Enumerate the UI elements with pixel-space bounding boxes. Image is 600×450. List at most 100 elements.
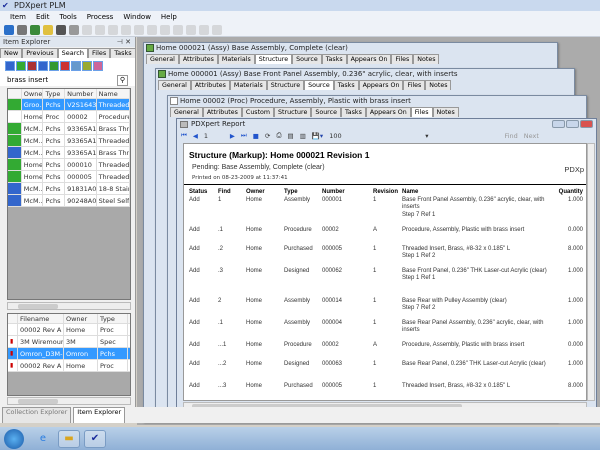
menu-tools[interactable]: Tools (60, 11, 77, 24)
toolbar-button-icon[interactable] (147, 25, 157, 35)
toolbar-button-icon[interactable] (4, 25, 14, 35)
toolbar-button-icon[interactable] (186, 25, 196, 35)
toolbar-button-icon[interactable] (134, 25, 144, 35)
tab-files[interactable]: Files (391, 54, 414, 64)
prev-page-icon[interactable]: ◀ (193, 132, 198, 140)
tab-appears-on[interactable]: Appears On (346, 54, 392, 64)
tab-tasks[interactable]: Tasks (110, 48, 136, 58)
close-button[interactable] (580, 120, 593, 128)
table-row[interactable]: McM...Pchs91831A00718-8 Stainless... (8, 183, 130, 195)
column-header[interactable]: Type (43, 89, 66, 98)
table-row[interactable]: Groo...PchsV2S1643...Threaded Ins... (8, 99, 130, 111)
stop-icon[interactable]: ■ (253, 132, 259, 140)
tab-general[interactable]: General (158, 80, 191, 90)
toolbar-button-icon[interactable] (160, 25, 170, 35)
search-input[interactable] (7, 76, 107, 84)
item-class-filter-icon[interactable] (71, 61, 81, 71)
tab-previous[interactable]: Previous (22, 48, 58, 58)
tab-source[interactable]: Source (311, 107, 341, 117)
tab-search[interactable]: Search (57, 48, 89, 58)
column-header[interactable]: Filename (18, 314, 64, 323)
table-row[interactable]: HomePchs000005Threaded Ins... (8, 171, 130, 183)
last-page-icon[interactable]: ⏭ (241, 131, 247, 140)
tab-notes[interactable]: Notes (425, 80, 452, 90)
toolbar-button-icon[interactable] (199, 25, 209, 35)
toolbar-button-icon[interactable] (17, 25, 27, 35)
item-class-filter-icon[interactable] (38, 61, 48, 71)
save-icon[interactable]: 💾▾ (312, 132, 323, 140)
print-icon[interactable]: ⎙ (276, 131, 281, 140)
column-header[interactable]: Owner (64, 314, 98, 323)
tab-files[interactable]: Files (410, 107, 433, 117)
tab-attributes[interactable]: Attributes (178, 54, 218, 64)
files-hscrollbar[interactable] (7, 397, 131, 405)
results-hscrollbar[interactable] (7, 302, 131, 310)
item-class-filter-icon[interactable] (16, 61, 26, 71)
tab-files[interactable]: Files (88, 48, 111, 58)
pdxpert-taskbar-icon[interactable]: ✔ (84, 429, 106, 448)
toolbar-button-icon[interactable] (95, 25, 105, 35)
tab-structure[interactable]: Structure (254, 54, 293, 64)
next-page-icon[interactable]: ▶ (230, 132, 235, 140)
item-class-filter-icon[interactable] (93, 61, 103, 71)
file-row[interactable]: ▮3M Wiremoun...3MSpec (8, 336, 130, 348)
tab-notes[interactable]: Notes (413, 54, 440, 64)
menu-process[interactable]: Process (87, 11, 114, 24)
tab-attributes[interactable]: Attributes (190, 80, 230, 90)
item-class-filter-icon[interactable] (27, 61, 37, 71)
zoom-dropdown-icon[interactable]: ▾ (425, 132, 428, 140)
first-page-icon[interactable]: ⏮ (181, 131, 187, 140)
toolbar-button-icon[interactable] (121, 25, 131, 35)
file-row[interactable]: ▮ Omron_D3M-... Omron Pchs (8, 348, 130, 360)
file-row[interactable]: ▮00002 Rev A ....HomeProc (8, 360, 130, 372)
tab-files[interactable]: Files (403, 80, 426, 90)
menu-window[interactable]: Window (123, 11, 151, 24)
column-header[interactable]: Type (98, 314, 128, 323)
minimize-button[interactable] (552, 120, 565, 128)
tab-tasks[interactable]: Tasks (333, 80, 359, 90)
start-button[interactable] (4, 428, 24, 449)
page-setup-icon[interactable]: ▥ (300, 132, 306, 140)
table-row[interactable]: McM...Pchs93365A160Brass Thread... (8, 123, 130, 135)
table-row[interactable]: McM...Pchs90248A017Steel Self-Loc... (8, 195, 130, 207)
item-class-filter-icon[interactable] (49, 61, 59, 71)
table-row[interactable]: McM...Pchs93365A140Threaded Ins... (8, 135, 130, 147)
toolbar-button-icon[interactable] (56, 25, 66, 35)
column-header[interactable]: Name (97, 89, 130, 98)
tab-source[interactable]: Source (292, 54, 322, 64)
toolbar-button-icon[interactable] (173, 25, 183, 35)
refresh-icon[interactable]: ⟳ (265, 132, 270, 140)
page-number-input[interactable]: 1 (204, 132, 224, 140)
tab-structure[interactable]: Structure (274, 107, 312, 117)
tab-custom[interactable]: Custom (241, 107, 275, 117)
tab-appears-on[interactable]: Appears On (358, 80, 404, 90)
tab-attributes[interactable]: Attributes (202, 107, 242, 117)
tab-notes[interactable]: Notes (432, 107, 459, 117)
toolbar-button-icon[interactable] (30, 25, 40, 35)
tab-tasks[interactable]: Tasks (340, 107, 366, 117)
item-class-filter-icon[interactable] (82, 61, 92, 71)
tab-materials[interactable]: Materials (217, 54, 255, 64)
table-row[interactable]: HomePchs000010Threaded Ins... (8, 159, 130, 171)
menu-item[interactable]: Item (10, 11, 26, 24)
menu-edit[interactable]: Edit (36, 11, 50, 24)
toolbar-button-icon[interactable] (212, 25, 222, 35)
tab-appears-on[interactable]: Appears On (365, 107, 411, 117)
find-button[interactable]: Find (504, 132, 517, 140)
pin-close-icons[interactable]: ⊣ ✕ (117, 37, 131, 47)
toolbar-button-icon[interactable] (108, 25, 118, 35)
tab-structure[interactable]: Structure (266, 80, 305, 90)
search-binoculars-icon[interactable]: ⚲ (117, 74, 128, 86)
maximize-button[interactable] (566, 120, 579, 128)
tab-general[interactable]: General (146, 54, 179, 64)
item-class-filter-icon[interactable] (5, 61, 15, 71)
tab-new[interactable]: New (0, 48, 23, 58)
folder-icon[interactable]: ▬ (58, 429, 80, 448)
zoom-select[interactable]: 100 (329, 132, 419, 140)
tab-general[interactable]: General (170, 107, 203, 117)
tab-source[interactable]: Source (304, 80, 334, 90)
tab-collection-explorer[interactable]: Collection Explorer (2, 407, 72, 423)
ie-icon[interactable]: e (32, 430, 54, 448)
table-row[interactable]: HomeProc00002Procedure, A... (8, 111, 130, 123)
item-class-filter-icon[interactable] (60, 61, 70, 71)
